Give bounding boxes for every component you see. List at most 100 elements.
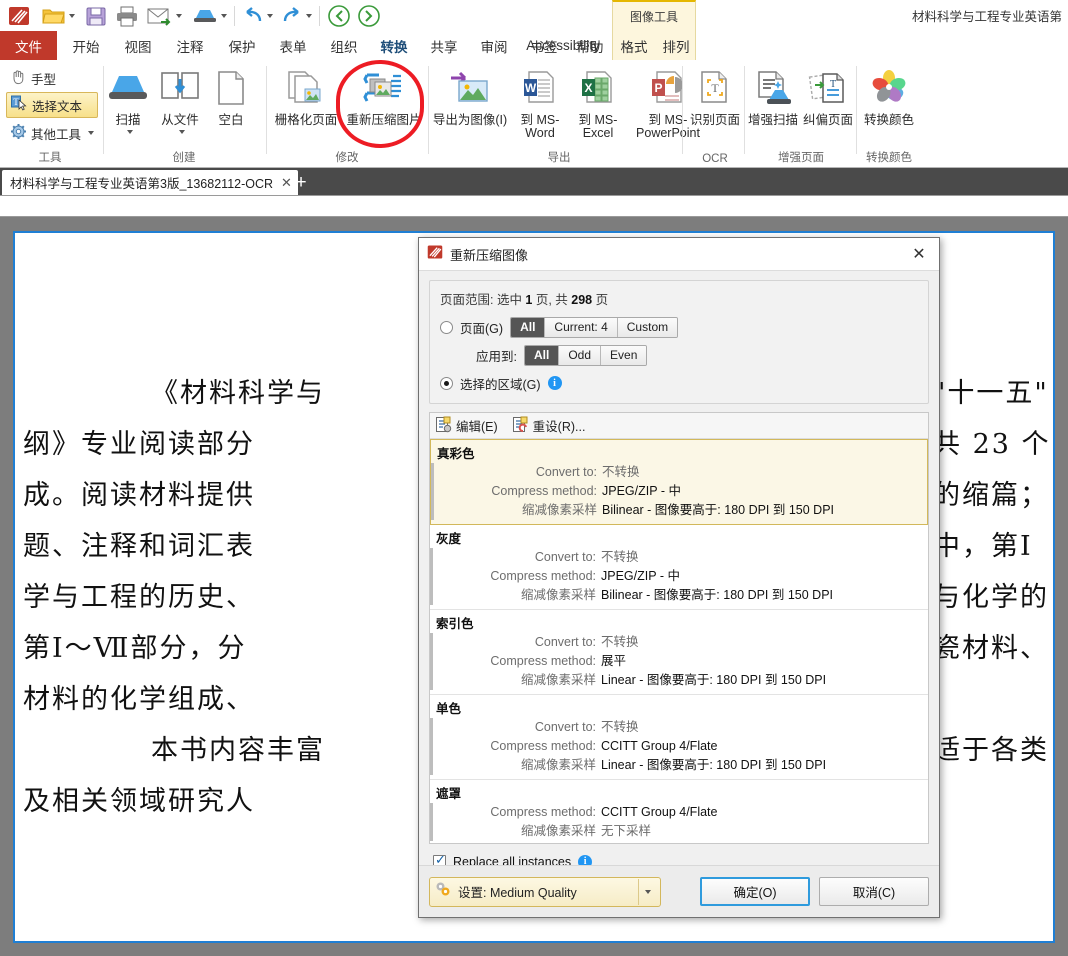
scanner-icon	[106, 70, 150, 111]
segment-current[interactable]: Current: 4	[545, 317, 618, 337]
tab-format[interactable]: 格式	[614, 31, 654, 60]
ribbon-button-to-ms-word[interactable]: W 到 MS-Word	[512, 70, 568, 140]
ribbon: 手型 T 选择文本 其他工具 工具 扫描 从文件 空白 创建 栅格化页面 重新压…	[0, 60, 1068, 168]
selected-area-radio[interactable]	[440, 376, 453, 390]
tab-form[interactable]: 表单	[273, 31, 313, 60]
settings-group-grayscale[interactable]: 灰度 Convert to: 不转换 Compress method: JPEG/Z…	[430, 525, 928, 610]
chevron-down-icon[interactable]	[178, 130, 185, 134]
ribbon-button-label: 纠偏页面	[802, 113, 853, 127]
tab-help[interactable]: 帮助	[570, 31, 610, 60]
rasterize-pages-icon	[285, 70, 327, 111]
open-icon[interactable]	[40, 0, 77, 31]
chevron-down-icon[interactable]	[221, 13, 227, 18]
ribbon-button-scan[interactable]: 扫描	[108, 70, 148, 134]
compression-settings-list[interactable]: 真彩色 Convert to: 不转换 Compress method: JPEG/…	[430, 439, 928, 843]
tab-share[interactable]: 共享	[424, 31, 464, 60]
tab-review[interactable]: 审阅	[474, 31, 514, 60]
chevron-down-icon[interactable]	[126, 130, 133, 134]
reset-settings-label: 重设(R)...	[532, 420, 586, 434]
close-icon[interactable]: ✕	[907, 242, 931, 266]
ribbon-button-recompress-pictures[interactable]: 重新压缩图片	[344, 70, 424, 127]
segment-odd[interactable]: Odd	[559, 345, 602, 365]
chevron-down-icon[interactable]	[306, 13, 312, 18]
dialog-footer: 设置: Medium Quality 确定(O) 取消(C)	[419, 865, 939, 917]
ribbon-button-rasterize-pages[interactable]: 栅格化页面	[270, 70, 342, 127]
settings-row-value: 不转换	[602, 465, 640, 479]
ribbon-button-hand-tool[interactable]: 手型	[6, 66, 98, 90]
edit-settings-button[interactable]: 编辑(E)	[435, 416, 498, 436]
settings-row: Compress method: JPEG/ZIP - 中	[437, 482, 927, 501]
page-line: 与化学的	[933, 582, 1049, 613]
settings-group-indexed[interactable]: 索引色 Convert to: 不转换 Compress method: 展平 缩减…	[430, 610, 928, 695]
settings-row-key: 缩减像素采样	[520, 824, 596, 838]
back-icon[interactable]	[325, 0, 353, 31]
document-tab[interactable]: 材料科学与工程专业英语第3版_13682112-OCR ✕	[2, 170, 298, 195]
pages-radio[interactable]	[440, 320, 453, 334]
tab-bookmarks-final[interactable]: 书签	[524, 31, 564, 60]
forward-icon[interactable]	[355, 0, 383, 31]
save-icon[interactable]	[83, 0, 109, 31]
tab-arrange[interactable]: 排列	[656, 31, 696, 60]
group-accent-bar	[430, 803, 433, 841]
chevron-down-icon[interactable]	[176, 13, 182, 18]
ribbon-button-export-image[interactable]: 导出为图像(I)	[430, 70, 510, 127]
settings-group-rows: Convert to: 不转换 Compress method: CCITT Gro…	[430, 718, 928, 775]
new-tab-button[interactable]: +	[290, 171, 312, 195]
scan-icon[interactable]	[190, 0, 229, 31]
tab-convert[interactable]: 转换	[371, 31, 417, 60]
info-icon[interactable]: i	[547, 376, 562, 390]
chevron-down-icon[interactable]	[638, 878, 656, 905]
from-file-icon	[158, 70, 202, 111]
app-logo-icon	[427, 244, 443, 265]
tab-start[interactable]: 开始	[66, 31, 106, 60]
undo-icon[interactable]	[240, 0, 275, 31]
tab-file[interactable]: 文件	[0, 31, 57, 60]
redo-icon[interactable]	[279, 0, 314, 31]
segment-all[interactable]: All	[524, 345, 560, 365]
ribbon-button-deskew-pages[interactable]: T 纠偏页面	[800, 70, 856, 127]
settings-row: 缩减像素采样 Bilinear - 图像要高于: 180 DPI 到 150 DP…	[437, 501, 927, 520]
chevron-down-icon[interactable]	[69, 13, 75, 18]
ribbon-button-enhance-scan[interactable]: 增强扫描	[746, 70, 800, 127]
settings-row: 缩减像素采样 Linear - 图像要高于: 180 DPI 到 150 DPI	[436, 756, 928, 775]
ribbon-button-to-ms-excel[interactable]: X 到 MS-Excel	[570, 70, 626, 140]
tab-protect[interactable]: 保护	[222, 31, 262, 60]
document-tab-label: 材料科学与工程专业英语第3版_13682112-OCR	[10, 177, 274, 191]
ribbon-button-select-text[interactable]: T 选择文本	[6, 92, 99, 118]
print-icon[interactable]	[113, 0, 141, 31]
range-mid: 页, 共	[532, 293, 572, 307]
reset-settings-button[interactable]: 重设(R)...	[512, 416, 586, 436]
tab-comment[interactable]: 注释	[170, 31, 210, 60]
segment-custom[interactable]: Custom	[617, 317, 678, 337]
settings-group-monochrome[interactable]: 单色 Convert to: 不转换 Compress method: CCITT …	[430, 695, 928, 780]
chevron-down-icon[interactable]	[267, 13, 273, 18]
ribbon-group-label: OCR	[702, 153, 728, 165]
excel-icon: X	[579, 70, 617, 111]
ribbon-button-recognize-pages[interactable]: T 识别页面	[684, 70, 746, 127]
ribbon-button-other-tools[interactable]: 其他工具	[6, 121, 98, 145]
ribbon-button-label: 导出为图像(I)	[432, 113, 508, 127]
tab-organize[interactable]: 组织	[324, 31, 364, 60]
settings-preset-combobox[interactable]: 设置: Medium Quality	[429, 876, 661, 907]
chevron-down-icon[interactable]	[88, 131, 95, 135]
segment-even[interactable]: Even	[601, 345, 647, 365]
edit-settings-label: 编辑(E)	[456, 420, 498, 434]
ribbon-group-label: 转换颜色	[866, 152, 912, 164]
apply-to-label: 应用到:	[476, 349, 517, 364]
ribbon-button-label: 增强扫描	[747, 113, 798, 127]
ribbon-button-label: 扫描	[115, 113, 141, 127]
cancel-button[interactable]: 取消(C)	[819, 877, 929, 906]
hand-icon	[10, 68, 27, 88]
settings-group-truecolor[interactable]: 真彩色 Convert to: 不转换 Compress method: JPEG/…	[430, 439, 928, 525]
ribbon-button-blank[interactable]: 空白	[210, 70, 252, 127]
segment-all[interactable]: All	[511, 317, 546, 337]
ok-button[interactable]: 确定(O)	[700, 877, 810, 906]
ribbon-button-convert-colors[interactable]: 转换颜色	[858, 70, 920, 127]
group-accent-bar	[430, 548, 433, 605]
settings-group-mask[interactable]: 遮罩 Compress method: CCITT Group 4/Flate 缩…	[430, 780, 928, 843]
tab-view[interactable]: 视图	[118, 31, 158, 60]
email-icon[interactable]	[145, 0, 184, 31]
ribbon-button-from-file[interactable]: 从文件	[156, 70, 204, 134]
app-logo-icon	[0, 0, 32, 31]
settings-row-key: Convert to:	[534, 550, 596, 564]
